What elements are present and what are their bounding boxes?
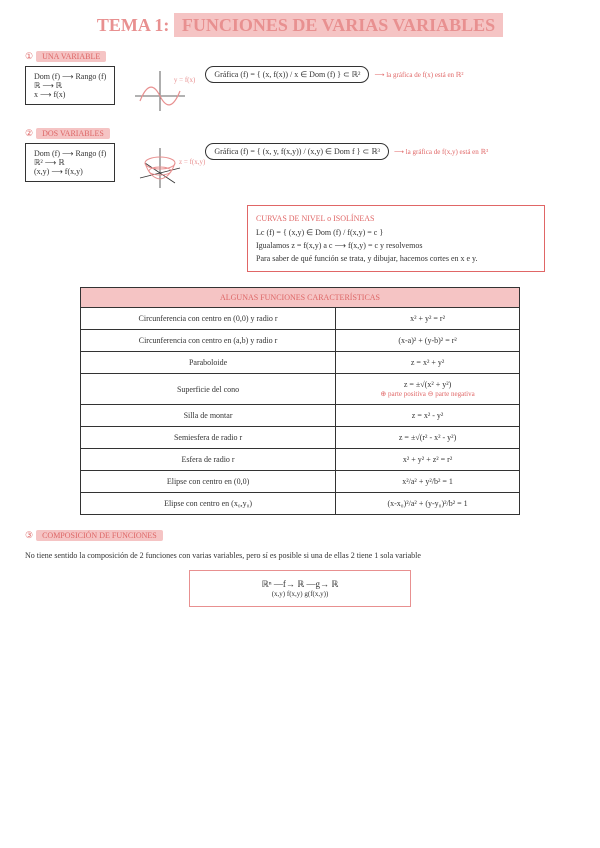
section-3-num: ③ xyxy=(25,530,33,540)
functions-table: ALGUNAS FUNCIONES CARACTERÍSTICAS Circun… xyxy=(80,287,520,515)
map-line: ℝ² ⟶ ℝ xyxy=(34,158,106,167)
table-row: Elipse con centro en (0,0)x²/a² + y²/b² … xyxy=(81,471,520,493)
section-2-num: ② xyxy=(25,128,33,138)
fn-eq: x² + y² + z² = r² xyxy=(336,449,520,471)
fn-name: Superficie del cono xyxy=(81,374,336,405)
table-row: Semiesfera de radio rz = ±√(r² - x² - y²… xyxy=(81,427,520,449)
sec1-formula: Gráfica (f) = { (x, f(x)) / x ∈ Dom (f) … xyxy=(205,66,369,83)
comp-line1: ℝⁿ —f→ ℝ —g→ ℝ xyxy=(210,579,390,590)
sec1-graph: y = f(x) xyxy=(130,66,190,116)
fn-eq: z = x² + y² xyxy=(336,352,520,374)
map-line: x ⟶ f(x) xyxy=(34,90,106,99)
fn-name: Silla de montar xyxy=(81,405,336,427)
fn-eq: x²/a² + y²/b² = 1 xyxy=(336,471,520,493)
sec2-formula: Gráfica (f) = { (x, y, f(x,y)) / (x,y) ∈… xyxy=(205,143,389,160)
table-row: Paraboloidez = x² + y² xyxy=(81,352,520,374)
curvas-line: Igualamos z = f(x,y) a c ⟶ f(x,y) = c y … xyxy=(256,241,536,250)
section-1-num: ① xyxy=(25,51,33,61)
map-line: Dom (f) ⟶ Rango (f) xyxy=(34,72,106,81)
map-line: ℝ ⟶ ℝ xyxy=(34,81,106,90)
table-row: Superficie del conoz = ±√(x² + y²)⊕ part… xyxy=(81,374,520,405)
fn-name: Circunferencia con centro en (a,b) y rad… xyxy=(81,330,336,352)
sec3-text: No tiene sentido la composición de 2 fun… xyxy=(25,551,575,560)
sec1-mapping-box: Dom (f) ⟶ Rango (f) ℝ ⟶ ℝ x ⟶ f(x) xyxy=(25,66,115,105)
table-row: Circunferencia con centro en (0,0) y rad… xyxy=(81,308,520,330)
fn-name: Semiesfera de radio r xyxy=(81,427,336,449)
sec2-mapping-box: Dom (f) ⟶ Rango (f) ℝ² ⟶ ℝ (x,y) ⟶ f(x,y… xyxy=(25,143,115,182)
curvas-nivel-box: CURVAS DE NIVEL o ISOLÍNEAS Lc (f) = { (… xyxy=(247,205,545,272)
curvas-header: CURVAS DE NIVEL o ISOLÍNEAS xyxy=(256,214,536,223)
comp-line2: (x,y) f(x,y) g(f(x,y)) xyxy=(210,590,390,598)
fn-eq: z = ±√(x² + y²)⊕ parte positiva ⊖ parte … xyxy=(336,374,520,405)
section-2-label: DOS VARIABLES xyxy=(36,128,110,139)
fn-eq: (x-x₀)²/a² + (y-y₀)²/b² = 1 xyxy=(336,493,520,515)
table-header: ALGUNAS FUNCIONES CARACTERÍSTICAS xyxy=(81,288,520,308)
curvas-line: Para saber de qué función se trata, y di… xyxy=(256,254,536,263)
sec1-note: ⟶ la gráfica de f(x) está en ℝ² xyxy=(374,71,463,79)
fn-eq: z = x² - y² xyxy=(336,405,520,427)
sec2-note: ⟶ la gráfica de f(x,y) está en ℝ³ xyxy=(394,148,488,156)
fn-name: Esfera de radio r xyxy=(81,449,336,471)
section-3-label: COMPOSICIÓN DE FUNCIONES xyxy=(36,530,163,541)
fn-name: Elipse con centro en (x₀,y₀) xyxy=(81,493,336,515)
fn-eq: (x-a)² + (y-b)² = r² xyxy=(336,330,520,352)
section-1-label: UNA VARIABLE xyxy=(36,51,106,62)
graph-label: z = f(x,y) xyxy=(179,158,205,166)
map-line: Dom (f) ⟶ Rango (f) xyxy=(34,149,106,158)
map-line: (x,y) ⟶ f(x,y) xyxy=(34,167,106,176)
composition-box: ℝⁿ —f→ ℝ —g→ ℝ (x,y) f(x,y) g(f(x,y)) xyxy=(189,570,411,607)
table-row: Esfera de radio rx² + y² + z² = r² xyxy=(81,449,520,471)
title-prefix: TEMA 1: xyxy=(97,15,170,35)
fn-eq: x² + y² = r² xyxy=(336,308,520,330)
curvas-line: Lc (f) = { (x,y) ∈ Dom (f) / f(x,y) = c … xyxy=(256,228,536,237)
table-row: Circunferencia con centro en (a,b) y rad… xyxy=(81,330,520,352)
fn-name: Elipse con centro en (0,0) xyxy=(81,471,336,493)
sec2-graph: z = f(x,y) xyxy=(130,143,190,193)
fn-name: Circunferencia con centro en (0,0) y rad… xyxy=(81,308,336,330)
table-row: Silla de montarz = x² - y² xyxy=(81,405,520,427)
graph-label: y = f(x) xyxy=(174,76,195,84)
fn-eq: z = ±√(r² - x² - y²) xyxy=(336,427,520,449)
fn-name: Paraboloide xyxy=(81,352,336,374)
table-row: Elipse con centro en (x₀,y₀)(x-x₀)²/a² +… xyxy=(81,493,520,515)
page-title: TEMA 1: FUNCIONES DE VARIAS VARIABLES xyxy=(25,15,575,36)
title-main: FUNCIONES DE VARIAS VARIABLES xyxy=(174,13,503,37)
